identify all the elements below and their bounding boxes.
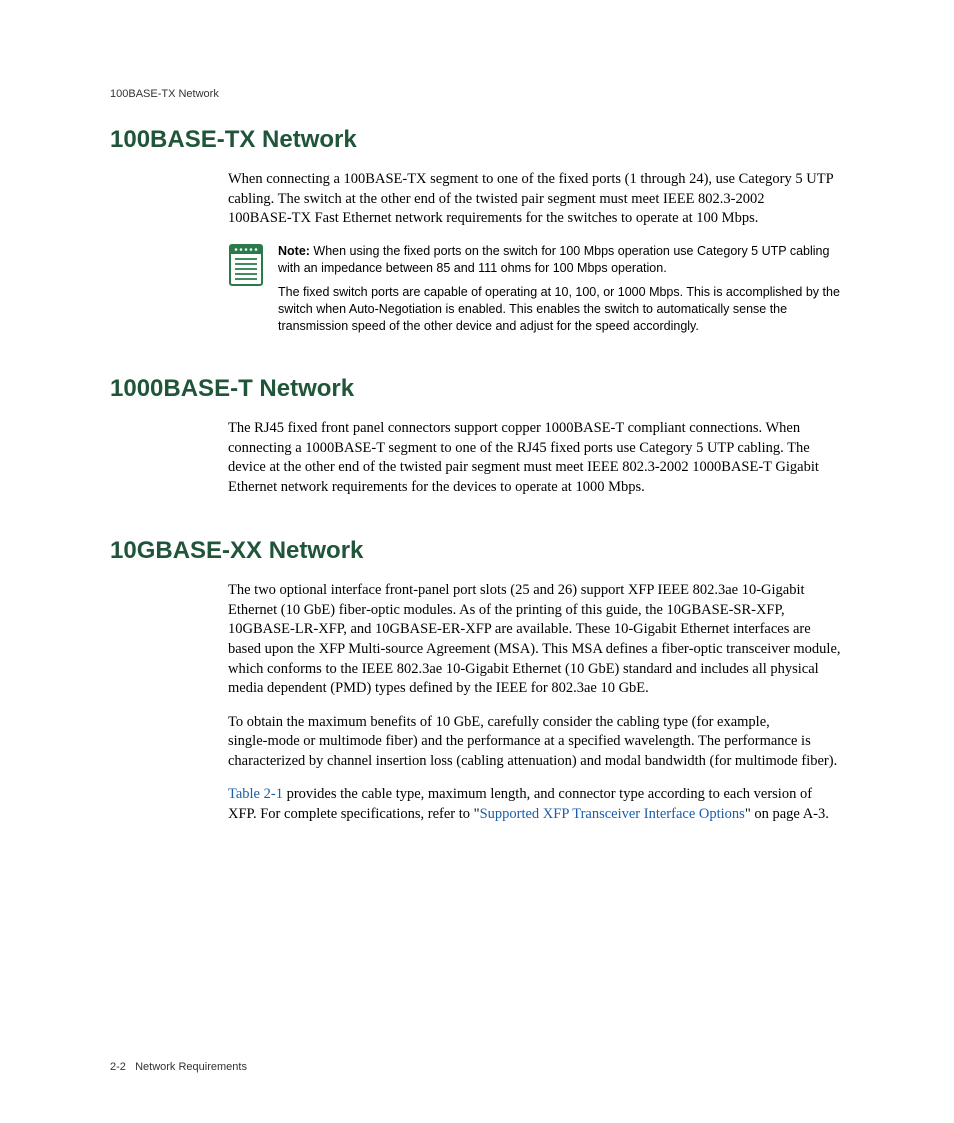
page-header: 100BASE-TX Network <box>110 88 844 100</box>
paragraph: When connecting a 100BASE‑TX segment to … <box>228 170 844 229</box>
section-heading-2: 1000BASE-T Network <box>110 375 844 403</box>
note-paragraph: The fixed switch ports are capable of op… <box>278 284 844 335</box>
paragraph: To obtain the maximum benefits of 10 GbE… <box>228 713 844 772</box>
text-run: " on page A‑3. <box>745 806 829 822</box>
section-heading-1: 100BASE-TX Network <box>110 126 844 154</box>
footer-label: Network Requirements <box>135 1061 247 1073</box>
paragraph: Table 2‑1 provides the cable type, maxim… <box>228 785 844 824</box>
section-heading-3: 10GBASE-XX Network <box>110 537 844 565</box>
paragraph: The RJ45 fixed front panel connectors su… <box>228 419 844 497</box>
note-text-1: When using the fixed ports on the switch… <box>278 244 829 275</box>
note-block: Note: When using the fixed ports on the … <box>228 243 844 335</box>
link-table-2-1[interactable]: Table 2‑1 <box>228 786 283 802</box>
note-label: Note: <box>278 244 310 258</box>
paragraph: The two optional interface front‑panel p… <box>228 581 844 698</box>
note-icon <box>228 243 264 287</box>
link-xfp-options[interactable]: Supported XFP Transceiver Interface Opti… <box>480 806 745 822</box>
page-footer: 2-2 Network Requirements <box>110 1061 247 1073</box>
page-number: 2-2 <box>110 1061 126 1073</box>
note-text-block: Note: When using the fixed ports on the … <box>278 243 844 335</box>
note-paragraph: Note: When using the fixed ports on the … <box>278 243 844 277</box>
